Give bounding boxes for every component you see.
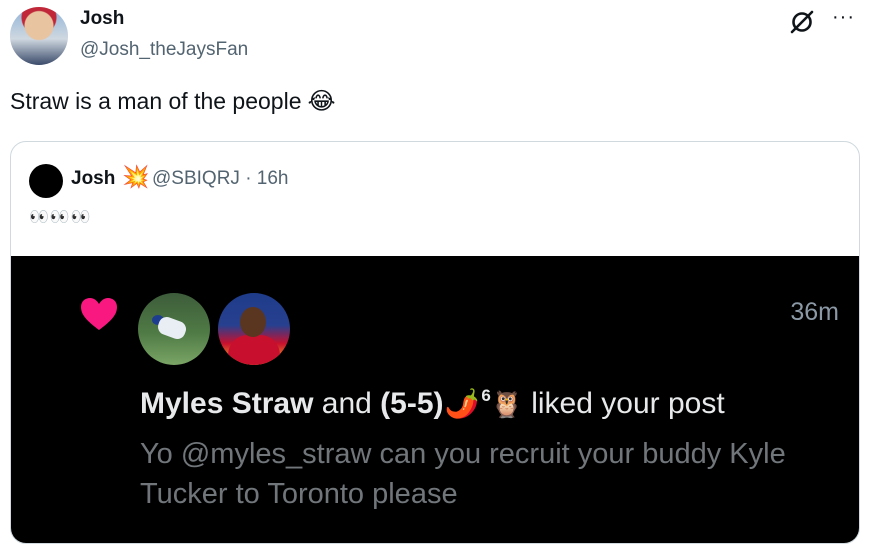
quote-tweet-card[interactable]: Josh 💥 @SBIQRJ · 16h 👀👀👀 36m Myles Straw… [10,141,860,544]
heart-icon [81,298,117,330]
liked-post-preview[interactable]: Yo @myles_straw can you recruit your bud… [140,434,840,514]
tweet-text-body: Straw is a man of the people [10,88,302,114]
more-options-button[interactable]: ··· [832,6,855,29]
grok-icon[interactable] [789,9,815,35]
author-avatar[interactable] [10,7,68,65]
quote-handle-time[interactable]: @SBIQRJ · 16h [152,168,289,190]
tweet-text: Straw is a man of the people 😂 [10,88,336,115]
chili-emoji: 🌶️ [444,388,480,419]
liker-avatar-2[interactable] [218,293,290,365]
collision-emoji: 💥 [122,164,150,189]
owl-icon: 🦉 [490,389,524,419]
connector-text: and [313,387,381,420]
other-liker-name[interactable]: (5-5) [380,387,443,421]
quote-author-name[interactable]: Josh [71,168,115,190]
notification-time: 36m [790,298,839,326]
superscript-six: 6 [481,386,491,405]
notification-screenshot[interactable]: 36m Myles Straw and (5-5) 🌶️ 6 🦉 liked y… [11,256,859,543]
liker-name[interactable]: Myles Straw [140,387,313,421]
laughing-emoji: 😂 [307,87,336,115]
quote-avatar[interactable] [29,164,63,198]
liked-action-text: liked your post [531,387,725,420]
liker-avatar-1[interactable] [138,293,210,365]
author-name[interactable]: Josh [80,8,124,30]
author-handle[interactable]: @Josh_theJaysFan [80,39,248,61]
notification-line: Myles Straw and (5-5) 🌶️ 6 🦉 liked your … [140,386,725,421]
quote-body: 👀👀👀 [29,209,92,226]
